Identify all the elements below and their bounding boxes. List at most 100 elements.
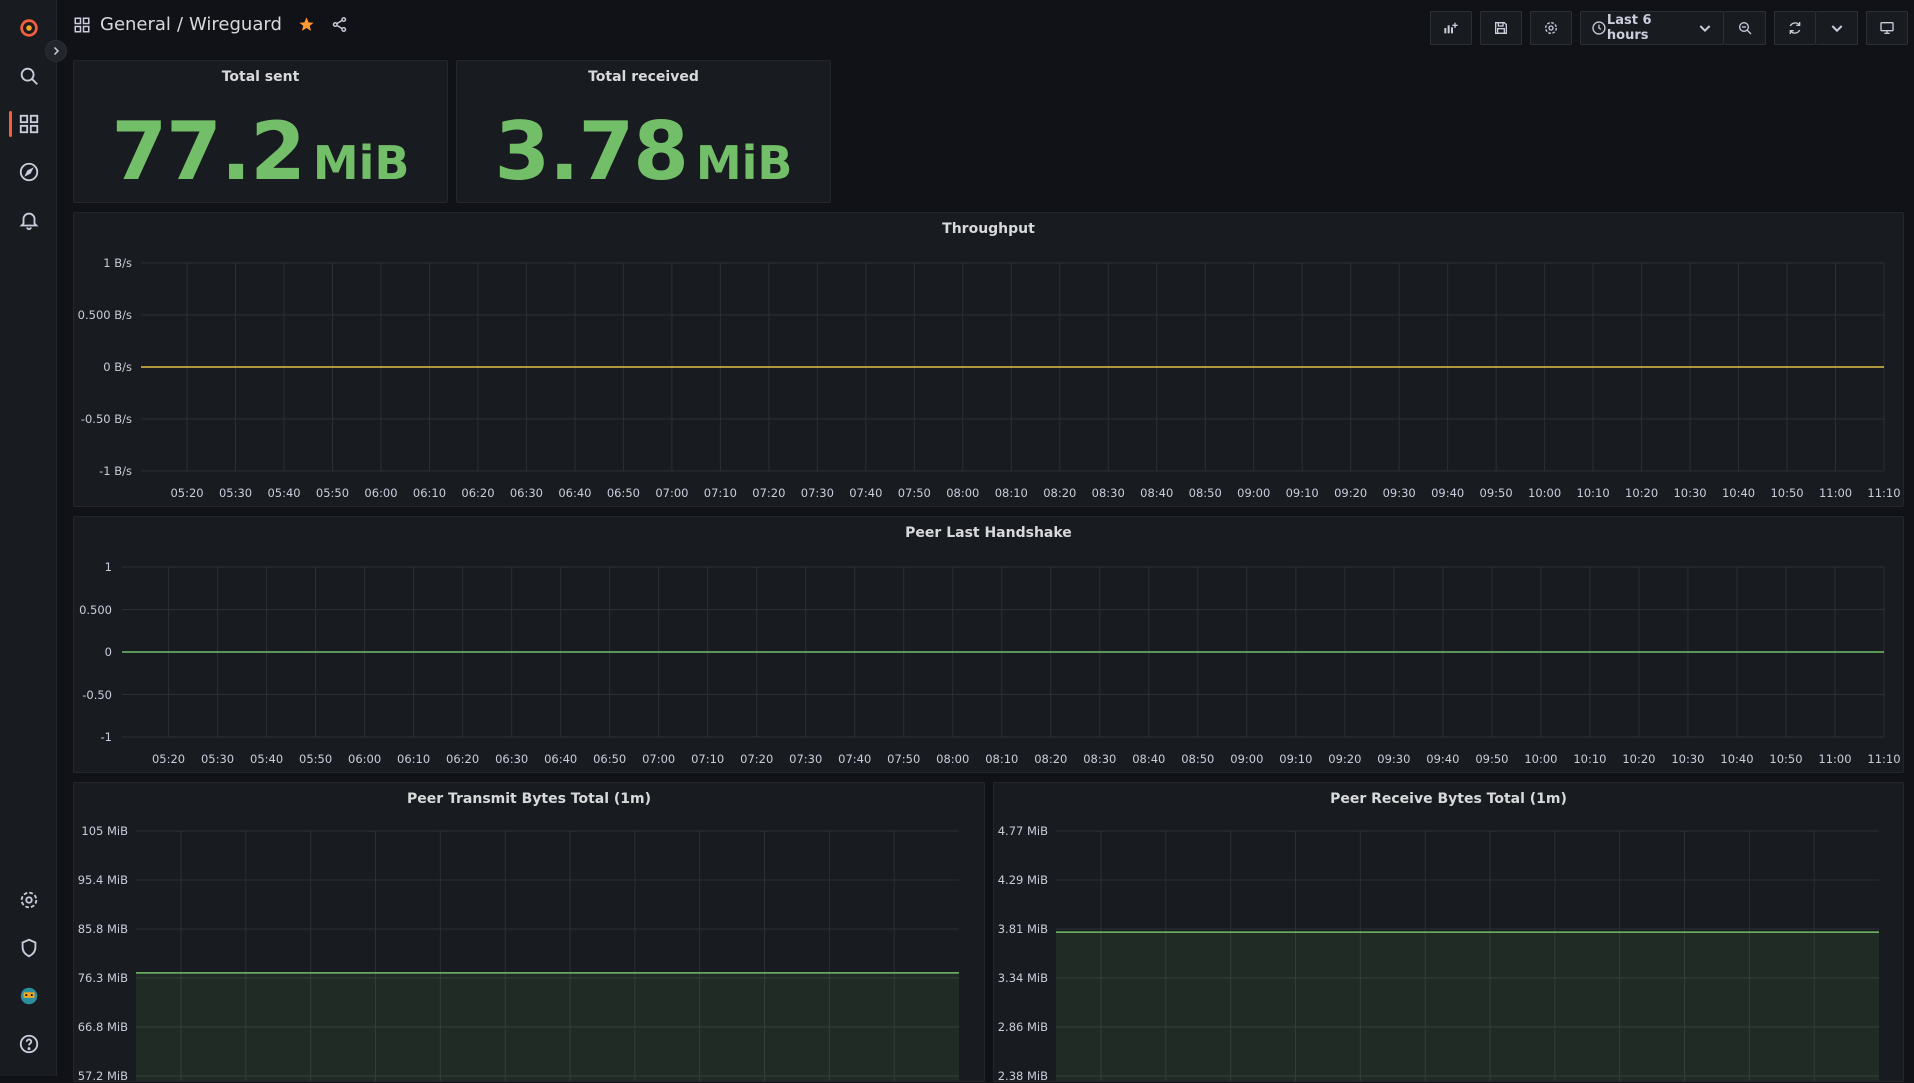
refresh-button[interactable] bbox=[1774, 11, 1816, 45]
x-tick-label: 08:30 bbox=[1083, 752, 1117, 766]
x-tick-label: 09:30 bbox=[1382, 486, 1416, 500]
save-dashboard-button[interactable] bbox=[1480, 11, 1522, 45]
breadcrumb-dashboard[interactable]: Wireguard bbox=[189, 14, 282, 35]
alerting-bell-icon[interactable] bbox=[0, 200, 57, 240]
x-tick-label: 07:30 bbox=[800, 486, 834, 500]
x-tick-label: 09:00 bbox=[1237, 486, 1271, 500]
y-tick-label: 1 bbox=[104, 560, 112, 574]
x-tick-label: 10:20 bbox=[1622, 752, 1656, 766]
time-range-picker[interactable]: Last 6 hours bbox=[1580, 11, 1724, 45]
y-tick-label: 4.29 MiB bbox=[997, 873, 1048, 887]
y-tick-label: 3.34 MiB bbox=[997, 971, 1048, 985]
x-tick-label: 06:50 bbox=[606, 486, 640, 500]
x-tick-label: 07:40 bbox=[849, 486, 883, 500]
breadcrumb-folder[interactable]: General bbox=[100, 14, 171, 35]
star-icon[interactable] bbox=[298, 16, 315, 33]
breadcrumb: General / Wireguard bbox=[73, 14, 348, 35]
x-tick-label: 05:20 bbox=[170, 486, 204, 500]
x-tick-label: 08:50 bbox=[1188, 486, 1222, 500]
y-tick-label: 57.2 MiB bbox=[77, 1069, 128, 1083]
x-tick-label: 06:30 bbox=[509, 486, 544, 500]
chart-plot-area bbox=[136, 830, 959, 1081]
stat-panel-total-received[interactable]: Total received 3.78 MiB bbox=[456, 60, 831, 203]
x-tick-label: 07:30 bbox=[789, 752, 823, 766]
x-tick-label: 07:10 bbox=[691, 752, 725, 766]
chevron-right-icon bbox=[53, 46, 60, 56]
series-area-fill bbox=[136, 972, 959, 1081]
x-tick-label: 09:50 bbox=[1475, 752, 1509, 766]
x-tick-label: 09:40 bbox=[1431, 486, 1465, 500]
shield-icon[interactable] bbox=[0, 928, 57, 968]
x-tick-label: 07:40 bbox=[838, 752, 872, 766]
help-icon[interactable] bbox=[0, 1024, 57, 1064]
x-tick-label: 05:40 bbox=[267, 486, 301, 500]
x-tick-label: 10:50 bbox=[1769, 752, 1803, 766]
x-tick-label: 06:00 bbox=[348, 752, 382, 766]
y-tick-label: 85.8 MiB bbox=[77, 922, 128, 936]
panel-peer-receive-bytes[interactable]: Peer Receive Bytes Total (1m) 4.77 MiB 4.… bbox=[993, 782, 1904, 1083]
x-tick-label: 10:20 bbox=[1625, 486, 1659, 500]
x-tick-label: 09:50 bbox=[1479, 486, 1513, 500]
stat-number: 77.2 bbox=[111, 105, 306, 198]
x-tick-label: 08:10 bbox=[994, 486, 1028, 500]
x-tick-label: 11:00 bbox=[1818, 752, 1852, 766]
y-tick-label: 4.77 MiB bbox=[997, 824, 1048, 838]
panel-peer-transmit-bytes[interactable]: Peer Transmit Bytes Total (1m) 105 MiB 95… bbox=[73, 782, 985, 1083]
zoom-out-button[interactable] bbox=[1724, 11, 1766, 45]
y-tick-label: -1 B/s bbox=[99, 464, 132, 478]
dashboards-icon[interactable] bbox=[0, 104, 57, 144]
x-tick-label: 08:10 bbox=[985, 752, 1019, 766]
search-icon[interactable] bbox=[0, 56, 57, 96]
x-tick-label: 07:00 bbox=[642, 752, 676, 766]
y-tick-label: -0.50 bbox=[82, 687, 112, 702]
y-tick-label: 0 B/s bbox=[103, 360, 132, 374]
x-tick-label: 10:00 bbox=[1528, 486, 1562, 500]
x-tick-label: 05:50 bbox=[299, 752, 333, 766]
sidebar bbox=[0, 0, 57, 1076]
series-area-fill bbox=[1056, 932, 1879, 1081]
x-tick-label: 08:00 bbox=[946, 486, 980, 500]
x-tick-label: 06:20 bbox=[461, 486, 495, 500]
refresh-interval-dropdown[interactable] bbox=[1816, 11, 1858, 45]
x-tick-label: 06:10 bbox=[397, 752, 431, 766]
y-tick-label: 3.81 MiB bbox=[997, 922, 1048, 936]
x-tick-label: 08:20 bbox=[1034, 752, 1068, 766]
stat-panel-total-sent[interactable]: Total sent 77.2 MiB bbox=[73, 60, 448, 203]
x-tick-label: 08:00 bbox=[936, 752, 970, 766]
stat-unit: MiB bbox=[695, 136, 793, 190]
x-tick-label: 06:40 bbox=[558, 486, 592, 500]
settings-gear-icon[interactable] bbox=[0, 880, 57, 920]
save-icon bbox=[1495, 22, 1507, 34]
share-icon[interactable] bbox=[331, 16, 348, 33]
explore-compass-icon[interactable] bbox=[0, 152, 57, 192]
sidebar-expand-button[interactable] bbox=[45, 40, 67, 62]
add-panel-icon bbox=[1444, 22, 1458, 34]
tv-mode-button[interactable] bbox=[1866, 11, 1908, 45]
x-tick-label: 10:40 bbox=[1721, 486, 1756, 500]
x-tick-label: 05:30 bbox=[218, 486, 253, 500]
add-panel-button[interactable] bbox=[1430, 11, 1472, 45]
stat-value: 77.2 MiB bbox=[74, 105, 447, 198]
dashboard-settings-button[interactable] bbox=[1530, 11, 1572, 45]
time-range-label: Last 6 hours bbox=[1606, 13, 1652, 43]
y-tick-label: 2.38 MiB bbox=[997, 1069, 1048, 1083]
x-tick-label: 08:30 bbox=[1091, 486, 1125, 500]
panel-throughput[interactable]: Throughput 1 B/s 0.500 B/s 0 B/s -0.50 B/s -… bbox=[73, 212, 1904, 507]
user-avatar[interactable] bbox=[0, 976, 57, 1016]
y-tick-label: 66.8 MiB bbox=[77, 1020, 128, 1034]
x-tick-label: 11:10 bbox=[1867, 752, 1901, 766]
y-tick-label: 0.500 B/s bbox=[77, 308, 132, 322]
y-tick-label: 0.500 bbox=[79, 602, 112, 617]
x-tick-label: 10:30 bbox=[1671, 752, 1705, 766]
x-tick-label: 05:20 bbox=[151, 752, 186, 766]
x-tick-label: 09:00 bbox=[1230, 752, 1264, 766]
y-tick-label: 95.4 MiB bbox=[77, 873, 128, 887]
x-tick-label: 09:20 bbox=[1334, 486, 1368, 500]
x-tick-label: 09:10 bbox=[1279, 752, 1313, 766]
x-tick-label: 07:50 bbox=[887, 752, 921, 766]
panel-peer-last-handshake[interactable]: Peer Last Handshake 1 0.500 0 -0.50 -1 05:20 0… bbox=[73, 516, 1904, 773]
y-tick-label: 0 bbox=[104, 645, 112, 659]
x-tick-label: 09:30 bbox=[1377, 752, 1411, 766]
stat-value: 3.78 MiB bbox=[457, 105, 830, 198]
x-tick-label: 06:40 bbox=[544, 752, 578, 766]
